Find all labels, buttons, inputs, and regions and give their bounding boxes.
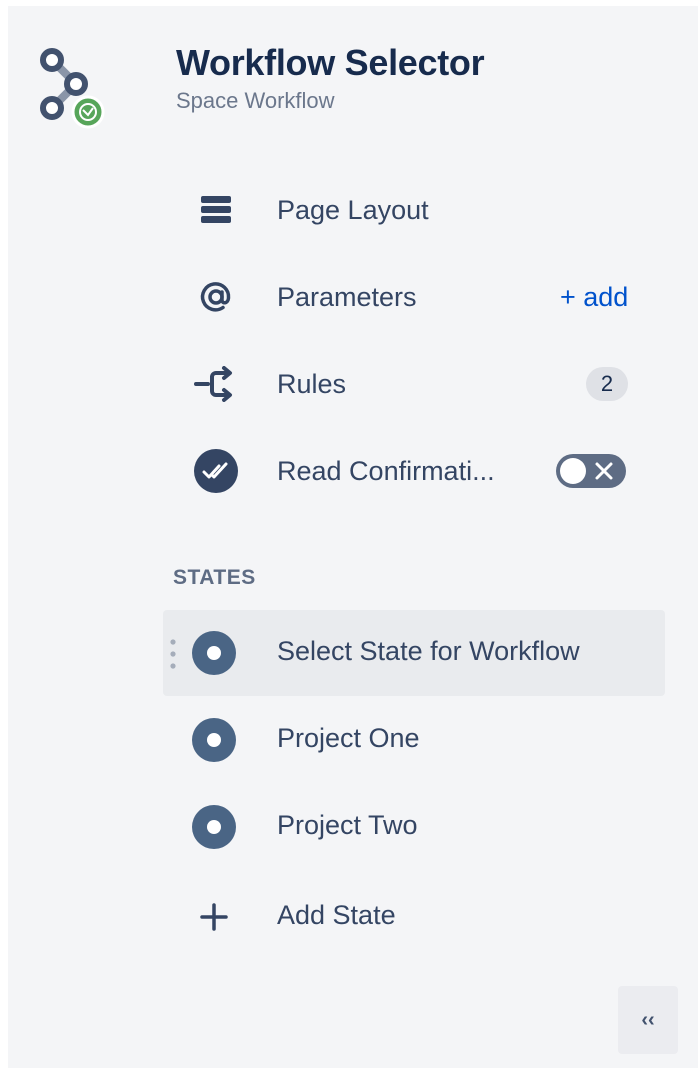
- plus-icon: [200, 903, 228, 931]
- state-item[interactable]: Project One: [163, 697, 665, 783]
- state-item[interactable]: Project Two: [163, 784, 665, 870]
- app-title: Workflow Selector: [176, 42, 485, 83]
- add-parameter-link[interactable]: + add: [560, 282, 628, 313]
- menu-item-parameters[interactable]: Parameters + add: [168, 267, 668, 327]
- states-heading: STATES: [173, 566, 256, 589]
- read-confirmation-toggle[interactable]: [556, 454, 626, 488]
- menu-item-page-layout[interactable]: Page Layout: [168, 180, 668, 240]
- menu-item-label: Rules: [277, 368, 347, 399]
- state-label: Project One: [277, 723, 420, 753]
- workflow-logo-icon: [38, 44, 114, 136]
- state-item[interactable]: Select State for Workflow: [163, 610, 665, 696]
- sidebar-panel: Workflow Selector Space Workflow Page La…: [8, 6, 698, 1068]
- at-sign-icon: [192, 273, 240, 321]
- menu-item-label: Parameters: [277, 281, 417, 312]
- add-state-button[interactable]: Add State: [163, 874, 665, 960]
- app-subtitle: Space Workflow: [176, 88, 335, 113]
- state-label: Select State for Workflow: [277, 636, 580, 666]
- collapse-sidebar-button[interactable]: ‹‹: [618, 986, 678, 1054]
- close-icon: [595, 462, 613, 480]
- state-circle-icon: [192, 631, 236, 675]
- menu-item-rules[interactable]: Rules 2: [168, 354, 668, 414]
- add-state-label: Add State: [277, 900, 396, 930]
- state-circle-icon: [192, 718, 236, 762]
- layout-icon: [192, 186, 240, 234]
- menu-item-read-confirmation[interactable]: Read Confirmati...: [168, 441, 668, 501]
- rules-branch-icon: [192, 360, 240, 408]
- state-circle-icon: [192, 805, 236, 849]
- menu-item-label: Read Confirmati...: [277, 455, 495, 486]
- menu-item-label: Page Layout: [277, 194, 429, 225]
- drag-handle-icon[interactable]: [169, 638, 177, 670]
- double-check-icon: [192, 447, 240, 495]
- toggle-knob: [560, 458, 586, 484]
- double-chevron-left-icon: ‹‹: [641, 1008, 655, 1031]
- state-label: Project Two: [277, 810, 418, 840]
- rules-count-badge: 2: [586, 367, 628, 401]
